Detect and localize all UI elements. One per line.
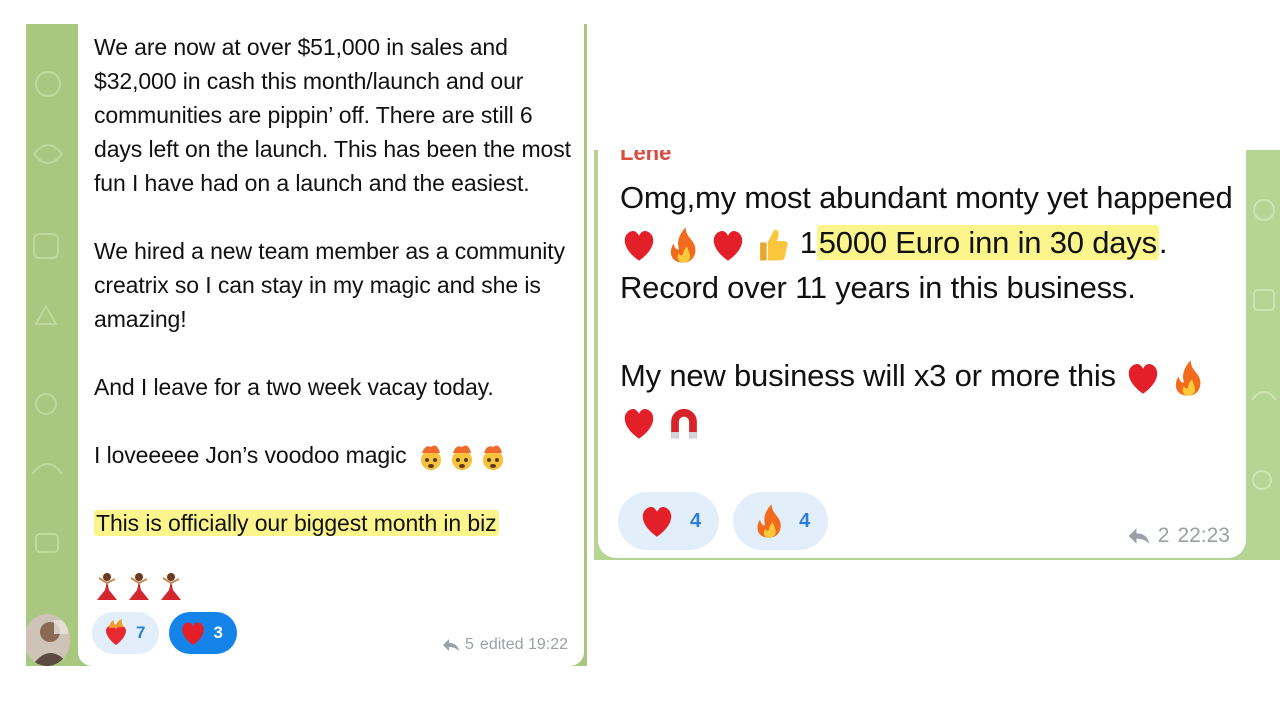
dancer-icon <box>97 573 117 600</box>
message-timestamp: edited 19:22 <box>479 636 568 653</box>
reply-arrow-icon <box>443 639 460 651</box>
left-chat-screenshot: We are now at over $51,000 in sales and … <box>26 24 587 666</box>
message-timestamp: 22:23 <box>1177 524 1230 547</box>
exploding-head-icon <box>420 445 441 470</box>
highlighted-line: This is officially our biggest month in … <box>94 506 574 540</box>
sender-name[interactable]: Lene <box>620 150 671 166</box>
reply-count: 2 <box>1157 524 1170 547</box>
message-text: 1 <box>799 225 817 260</box>
reactions-bar: 4 4 <box>618 492 829 550</box>
message-text: My new business will x3 or more this <box>620 358 1116 393</box>
message-paragraph: My new business will x3 or more this <box>620 353 1240 443</box>
sender-avatar[interactable] <box>26 614 70 666</box>
reaction-count: 4 <box>690 509 702 532</box>
reaction-count: 3 <box>213 623 223 642</box>
message-paragraph: We are now at over $51,000 in sales and … <box>94 34 571 196</box>
fire-icon <box>1175 360 1201 396</box>
wallpaper-doodles <box>1251 199 1277 490</box>
message-paragraph: And I leave for a two week vacay today. <box>94 374 494 400</box>
message-paragraph: We hired a new team member as a communit… <box>94 238 565 332</box>
reactions-bar: 7 3 <box>92 612 237 654</box>
message-paragraph: Omg,my most abundant monty yet happened … <box>620 175 1240 310</box>
message-text: I loveeeee Jon’s voodoo magic <box>94 442 407 468</box>
dancer-icon <box>129 573 149 600</box>
message-bubble-right: Lene Omg,my most abundant monty yet happ… <box>598 150 1246 558</box>
magnet-icon <box>671 408 698 439</box>
message-text: Omg,my most abundant monty yet happened <box>620 180 1233 215</box>
thumbs-up-icon <box>760 229 788 261</box>
fire-icon <box>757 504 781 538</box>
reply-count: 5 <box>465 636 474 653</box>
reaction-count: 7 <box>136 623 146 642</box>
highlight-text: This is officially our biggest month in … <box>94 510 499 536</box>
message-meta: 5 edited 19:22 <box>443 636 568 654</box>
red-heart-icon <box>182 622 205 645</box>
heart-on-fire-icon <box>106 619 126 645</box>
dancer-emoji-row <box>94 572 184 602</box>
red-heart-icon <box>713 230 743 261</box>
message-bubble-left: We are now at over $51,000 in sales and … <box>78 24 584 666</box>
message-paragraph-with-emoji: I loveeeee Jon’s voodoo magic <box>94 438 574 472</box>
dancer-icon <box>161 573 181 600</box>
right-chat-screenshot: Lene Omg,my most abundant monty yet happ… <box>594 150 1280 560</box>
exploding-head-icon <box>482 445 503 470</box>
red-heart-icon <box>642 507 672 537</box>
reaction-heart-on-fire[interactable]: 7 <box>92 612 160 654</box>
red-heart-icon <box>1129 363 1158 394</box>
reply-arrow-icon <box>1128 528 1150 544</box>
reaction-red-heart[interactable]: 3 <box>169 612 237 654</box>
exploding-head-icon <box>451 445 472 470</box>
red-heart-icon <box>624 230 654 261</box>
message-meta: 2 22:23 <box>1128 524 1230 548</box>
red-heart-icon <box>624 408 654 439</box>
reaction-count: 4 <box>799 509 811 532</box>
fire-icon <box>671 227 696 263</box>
reaction-red-heart[interactable]: 4 <box>618 492 720 550</box>
highlight-text: 5000 Euro inn in 30 days <box>816 225 1159 260</box>
reaction-fire[interactable]: 4 <box>733 492 829 550</box>
